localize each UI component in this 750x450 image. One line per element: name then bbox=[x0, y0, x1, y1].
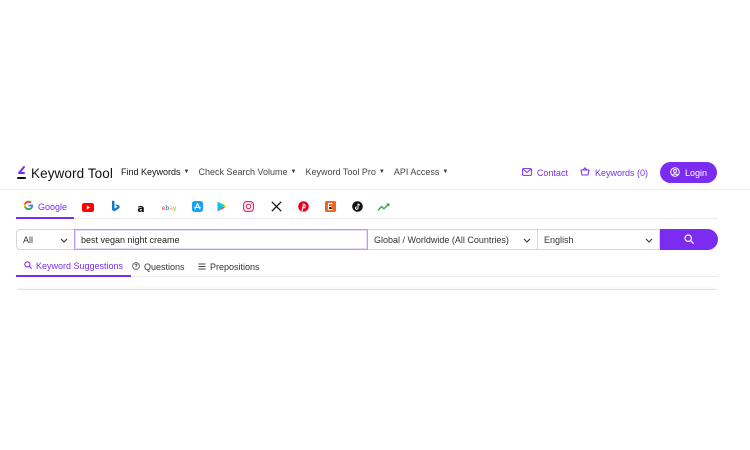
instagram-icon bbox=[242, 199, 254, 217]
chevron-down-icon bbox=[60, 235, 68, 245]
trends-icon bbox=[376, 199, 390, 217]
ebay-icon: ebay bbox=[161, 204, 177, 212]
amazon-icon: a bbox=[137, 201, 145, 215]
logo-text: Keyword Tool bbox=[31, 165, 113, 181]
bing-icon bbox=[111, 199, 120, 217]
keyword-input[interactable]: best vegan night creame bbox=[74, 229, 368, 250]
tiktok-icon bbox=[351, 199, 363, 217]
list-icon bbox=[198, 262, 206, 272]
caret-down-icon: ▼ bbox=[442, 169, 449, 175]
google-icon bbox=[23, 198, 34, 216]
logo[interactable]: Keyword Tool bbox=[16, 165, 113, 181]
basket-icon bbox=[580, 167, 590, 178]
play-store-icon bbox=[217, 199, 227, 217]
nav-label: API Access bbox=[393, 167, 440, 177]
tab-questions[interactable]: Questions bbox=[132, 257, 185, 277]
chevron-down-icon bbox=[523, 235, 531, 245]
source-tab-instagram[interactable] bbox=[240, 197, 256, 219]
search-icon bbox=[24, 261, 32, 271]
user-circle-icon bbox=[670, 166, 680, 179]
result-tabs: Keyword Suggestions Questions Prepositio… bbox=[16, 257, 718, 277]
keywords-count-label: Keywords (0) bbox=[594, 167, 648, 178]
source-tab-app-store[interactable] bbox=[189, 197, 205, 219]
language-select[interactable]: English bbox=[538, 229, 660, 250]
source-tab-x[interactable] bbox=[268, 197, 284, 219]
source-tab-play-store[interactable] bbox=[214, 197, 230, 219]
source-tab-pinterest[interactable] bbox=[295, 197, 311, 219]
source-tab-etsy[interactable] bbox=[322, 197, 338, 219]
caret-down-icon: ▼ bbox=[378, 169, 385, 175]
login-label: Login bbox=[684, 167, 707, 178]
tab-prepositions[interactable]: Prepositions bbox=[198, 257, 260, 277]
location-select[interactable]: Global / Worldwide (All Countries) bbox=[368, 229, 538, 250]
source-tab-ebay[interactable]: ebay bbox=[158, 197, 180, 219]
search-icon bbox=[684, 231, 694, 249]
envelope-icon bbox=[522, 167, 532, 178]
nav-check-search-volume[interactable]: Check Search Volume ▼ bbox=[198, 167, 296, 177]
language-value: English bbox=[544, 234, 574, 245]
tab-label: Questions bbox=[144, 262, 185, 272]
caret-down-icon: ▼ bbox=[183, 169, 190, 175]
login-button[interactable]: Login bbox=[659, 162, 717, 183]
tab-label: Prepositions bbox=[210, 262, 260, 272]
saved-keywords-link[interactable]: Keywords (0) bbox=[580, 167, 648, 178]
contact-label: Contact bbox=[536, 167, 568, 178]
results-panel bbox=[16, 289, 718, 292]
nav-api-access[interactable]: API Access ▼ bbox=[394, 167, 448, 177]
chevron-down-icon bbox=[645, 235, 653, 245]
app-store-icon bbox=[191, 199, 203, 217]
header-actions: Contact Keywords (0) Login bbox=[522, 162, 717, 183]
etsy-icon bbox=[324, 199, 336, 217]
contact-link[interactable]: Contact bbox=[522, 168, 568, 178]
filter-value: All bbox=[23, 234, 34, 245]
search-filter-select[interactable]: All bbox=[16, 229, 74, 250]
source-tabs: Google a ebay bbox=[16, 197, 718, 219]
tab-keyword-suggestions[interactable]: Keyword Suggestions bbox=[16, 257, 132, 277]
x-icon bbox=[270, 199, 282, 217]
search-bar: All best vegan night creame Global / Wor… bbox=[16, 229, 718, 250]
pinterest-icon bbox=[297, 199, 309, 217]
logo-mark-icon bbox=[16, 165, 26, 181]
youtube-icon bbox=[82, 199, 94, 217]
source-tab-amazon[interactable]: a bbox=[133, 197, 149, 219]
question-icon bbox=[132, 262, 140, 272]
nav-label: Find Keywords bbox=[121, 167, 181, 177]
source-tab-youtube[interactable] bbox=[80, 197, 96, 219]
location-value: Global / Worldwide (All Countries) bbox=[374, 234, 509, 245]
nav-find-keywords[interactable]: Find Keywords ▼ bbox=[121, 167, 189, 177]
search-button[interactable] bbox=[660, 229, 718, 250]
source-tab-bing[interactable] bbox=[107, 197, 123, 219]
source-label-google: Google bbox=[37, 202, 68, 212]
source-tab-trends[interactable] bbox=[375, 197, 391, 219]
nav-label: Keyword Tool Pro bbox=[305, 167, 376, 177]
tab-label: Keyword Suggestions bbox=[36, 261, 124, 271]
source-tab-tiktok[interactable] bbox=[349, 197, 365, 219]
main-nav: Find Keywords ▼ Check Search Volume ▼ Keyw… bbox=[121, 167, 448, 177]
source-tab-google[interactable]: Google bbox=[16, 197, 74, 219]
nav-label: Check Search Volume bbox=[198, 167, 288, 177]
top-header: Keyword Tool Find Keywords ▼ Check Search… bbox=[0, 156, 750, 190]
nav-keyword-tool-pro[interactable]: Keyword Tool Pro ▼ bbox=[305, 167, 384, 177]
caret-down-icon: ▼ bbox=[290, 169, 297, 175]
